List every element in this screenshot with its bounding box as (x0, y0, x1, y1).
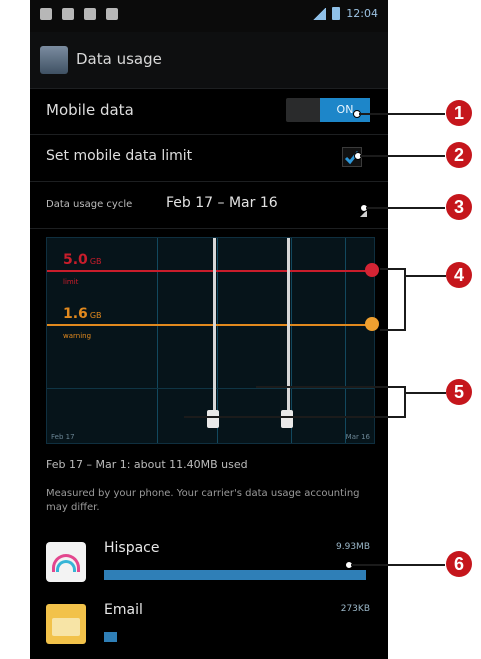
callout-line (360, 155, 445, 157)
notification-icons (40, 8, 118, 20)
battery-icon (332, 7, 341, 20)
app-usage-bar (104, 570, 366, 580)
app-data-size: 9.93MB (336, 542, 370, 552)
mobile-data-label: Mobile data (46, 101, 134, 119)
data-limit-label: Set mobile data limit (46, 148, 193, 164)
usb-icon (40, 8, 52, 20)
callout-line (256, 386, 406, 388)
usage-cycle-value[interactable]: Feb 17 – Mar 16 (166, 195, 278, 211)
callout-badge: 1 (446, 100, 472, 126)
data-usage-chart[interactable]: 5.0 GB limit 1.6 GB warning Feb 17 Mar 16 (46, 237, 379, 444)
limit-value: 5.0 GB (63, 252, 102, 268)
callout-badge: 4 (446, 262, 472, 288)
warning-line (47, 324, 374, 326)
warning-label: warning (63, 332, 92, 340)
callout-line (184, 416, 406, 418)
usage-cycle-label: Data usage cycle (46, 199, 133, 210)
axis-start-label: Feb 17 (51, 433, 75, 441)
settings-app-icon[interactable] (40, 46, 68, 74)
toggle-on-label: ON (320, 98, 370, 122)
cycle-start-handle[interactable] (207, 410, 219, 428)
carrier-note: Measured by your phone. Your carrier's d… (46, 488, 360, 513)
usage-cycle-row[interactable]: Data usage cycle Feb 17 – Mar 16 (30, 182, 388, 229)
cycle-end-sweep[interactable] (287, 238, 290, 410)
callout-line (359, 113, 445, 115)
warning-value: 1.6 GB (63, 306, 102, 322)
limit-label: limit (63, 278, 79, 286)
app-title: Data usage (76, 50, 162, 68)
warning-handle[interactable] (365, 317, 379, 331)
signal-icon (312, 7, 327, 20)
usb-icon (84, 8, 96, 20)
callout-line (380, 329, 406, 331)
hispace-app-icon (46, 542, 86, 582)
app-bar: Data usage (30, 32, 388, 89)
app-usage-bar (104, 632, 117, 642)
callout-line (366, 207, 445, 209)
callout-bracket (404, 386, 406, 418)
callout-badge: 5 (446, 379, 472, 405)
cycle-end-handle[interactable] (281, 410, 293, 428)
status-bar: 12:04 (30, 0, 388, 32)
callout-line (351, 564, 445, 566)
callout-line (380, 268, 406, 270)
chart-gridline (157, 238, 158, 443)
app-usage-row-hispace[interactable]: Hispace 9.93MB (30, 532, 388, 592)
data-limit-row[interactable]: Set mobile data limit (30, 135, 388, 182)
chart-gridline (47, 388, 374, 389)
chart-gridline (345, 238, 346, 443)
usage-summary: Feb 17 – Mar 1: about 11.40MB used (46, 458, 248, 471)
android-debug-icon (62, 8, 74, 20)
callout-line (406, 275, 446, 277)
callout-badge: 3 (446, 194, 472, 220)
callout-line (406, 392, 446, 394)
mobile-data-row[interactable]: Mobile data ON (30, 88, 388, 135)
limit-line (47, 270, 374, 272)
cycle-start-sweep[interactable] (213, 238, 216, 410)
limit-handle[interactable] (365, 263, 379, 277)
email-app-icon (46, 604, 86, 644)
callout-bracket (404, 268, 406, 331)
screenshot-icon (106, 8, 118, 20)
status-time: 12:04 (346, 7, 378, 20)
app-name: Email (104, 602, 143, 618)
phone-screen: 12:04 Data usage Mobile data ON Set mobi… (30, 0, 388, 659)
callout-badge: 6 (446, 551, 472, 577)
callout-badge: 2 (446, 142, 472, 168)
app-data-size: 273KB (340, 604, 370, 614)
app-name: Hispace (104, 540, 160, 556)
app-usage-row-email[interactable]: Email 273KB (30, 594, 388, 654)
axis-end-label: Mar 16 (345, 433, 370, 441)
system-icons: 12:04 (312, 7, 378, 20)
